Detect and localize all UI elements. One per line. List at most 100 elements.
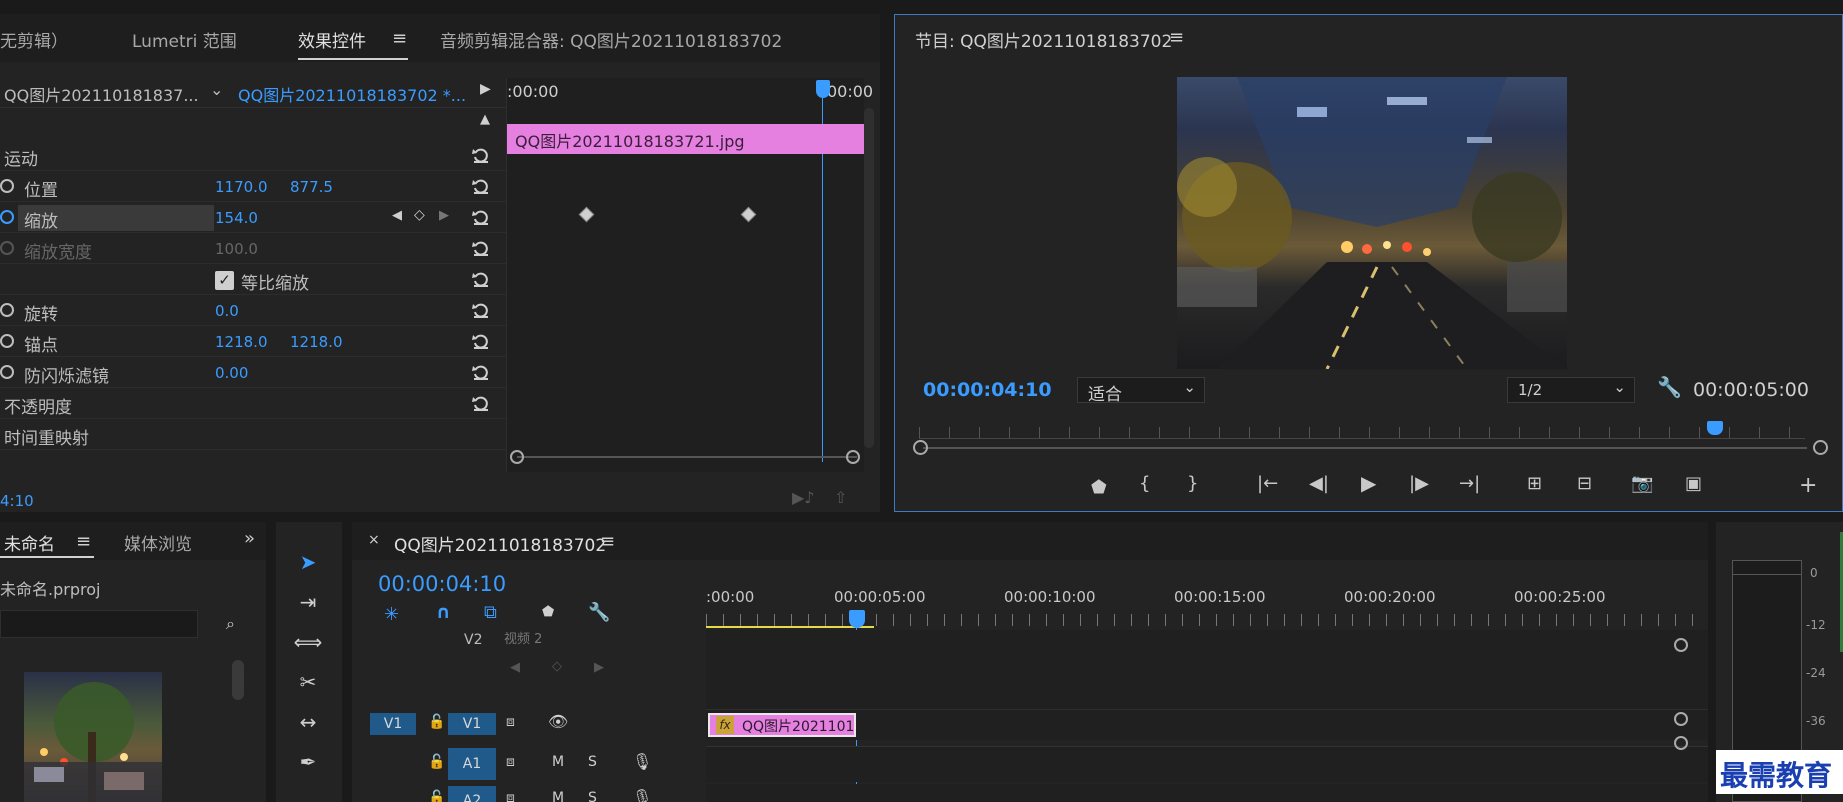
add-marker-icon[interactable]: ⬟ [1091,477,1107,498]
track-v1-content[interactable]: fx QQ图片2021101 [706,710,1708,740]
zoom-handle-right[interactable] [1813,440,1828,455]
reset-icon[interactable] [470,206,492,228]
timeline-playhead-handle[interactable] [849,610,865,628]
lock-icon[interactable]: 🔓 [428,754,445,770]
stopwatch-icon[interactable] [0,334,14,348]
mark-out-icon[interactable]: } [1187,473,1198,494]
reset-icon[interactable] [470,268,492,290]
double-chevron-right-icon[interactable]: » [244,528,255,549]
effect-clip-bar[interactable]: QQ图片20211018183721.jpg [507,124,865,154]
step-back-icon[interactable]: ◀| [1309,473,1329,494]
hamburger-icon[interactable]: ≡ [1169,27,1184,48]
timeline-current-time[interactable]: 00:00:04:10 [378,572,506,596]
sync-lock-icon[interactable]: ⧈ [506,714,515,730]
sync-lock-icon[interactable]: ⧈ [506,754,515,770]
hamburger-icon[interactable]: ≡ [76,531,91,552]
microphone-icon[interactable]: 🎙 [632,788,652,802]
next-keyframe-icon[interactable]: ▶ [439,208,449,223]
program-video-frame[interactable] [1177,77,1567,369]
timeline-ruler[interactable]: :00:00 00:00:05:00 00:00:10:00 00:00:15:… [706,562,1708,630]
time-remap-label[interactable]: 时间重映射 [4,424,89,449]
hamburger-icon[interactable]: ≡ [392,28,407,49]
nest-icon[interactable]: ✳ [384,604,399,625]
find-icon[interactable]: ⌕ [226,614,235,634]
position-y-value[interactable]: 877.5 [290,178,333,196]
project-scrollbar[interactable] [232,660,244,700]
add-button-icon[interactable]: + [1799,473,1817,498]
close-icon[interactable]: × [368,532,380,548]
lift-icon[interactable]: ⊞ [1527,473,1542,494]
add-keyframe-icon[interactable]: ◇ [414,207,425,223]
tab-lumetri-scopes[interactable]: Lumetri 范围 [132,27,237,52]
reset-icon[interactable] [470,299,492,321]
a2-solo-button[interactable]: S [588,790,597,802]
selection-tool-icon[interactable]: ➤ [288,544,328,580]
fit-select[interactable]: 适合 ⌄ [1077,377,1205,405]
project-item-thumbnail[interactable] [24,672,162,802]
source-clip-name[interactable]: QQ图片202110181837... [4,82,199,106]
go-to-out-icon[interactable]: →| [1459,473,1480,494]
stopwatch-icon[interactable] [0,303,14,317]
tab-media-browser[interactable]: 媒体浏览 [124,530,192,555]
stopwatch-icon[interactable] [0,179,14,193]
prev-keyframe-icon[interactable]: ◀ [510,660,520,675]
reset-icon[interactable] [470,175,492,197]
a2-mute-button[interactable]: M [552,790,564,802]
zoom-handle-left[interactable] [510,450,524,464]
tab-effect-controls[interactable]: 效果控件 [298,27,366,52]
program-current-time[interactable]: 00:00:04:10 [923,379,1052,401]
lock-icon[interactable]: 🔓 [428,714,445,730]
reset-icon[interactable] [470,392,492,414]
stopwatch-icon[interactable] [0,365,14,379]
camera-icon[interactable]: 📷 [1631,473,1653,494]
pen-tool-icon[interactable]: ✒ [288,744,328,780]
collapse-up-icon[interactable]: ▲ [480,112,490,127]
effect-playhead-handle[interactable] [816,80,830,98]
reset-icon[interactable] [470,330,492,352]
add-marker-icon[interactable]: ⬟ [542,604,554,620]
position-x-value[interactable]: 1170.0 [215,178,268,196]
play-icon[interactable]: ▶ [1361,471,1376,495]
effect-timecode[interactable]: 4:10 [0,492,34,510]
keyframe-marker[interactable] [578,206,595,223]
track-select-tool-icon[interactable]: ⇥ [288,584,328,620]
uniform-scale-checkbox[interactable]: ✓ [215,271,234,290]
slip-tool-icon[interactable]: ↔ [288,704,328,740]
lock-icon[interactable]: 🔓 [428,790,445,802]
add-keyframe-icon[interactable]: ◇ [552,659,562,674]
tab-project-untitled[interactable]: 未命名 [4,530,55,555]
work-area-bar[interactable] [706,626,874,628]
extract-icon[interactable]: ⊟ [1577,473,1592,494]
anchor-y-value[interactable]: 1218.0 [290,333,343,351]
timeline-clip[interactable]: fx QQ图片2021101 [708,713,856,737]
comparison-view-icon[interactable]: ▣ [1685,473,1702,494]
go-to-in-icon[interactable]: |← [1257,473,1278,494]
reset-icon[interactable] [470,361,492,383]
audio-only-icon[interactable]: ▶♪ [792,488,815,507]
scroll-handle[interactable] [1674,712,1688,726]
a1-mute-button[interactable]: M [552,754,564,770]
sync-lock-icon[interactable]: ⧈ [506,790,515,802]
effect-scrollbar[interactable] [864,108,874,448]
v1-target-label[interactable]: V1 [448,713,496,735]
chevron-down-icon[interactable]: ⌄ [210,80,223,99]
resolution-select[interactable]: 1/2 ⌄ [1507,377,1635,403]
sequence-clip-name[interactable]: QQ图片20211018183702 *... [238,82,466,106]
effect-zoom-bar[interactable] [517,456,857,458]
project-search-input[interactable] [0,610,198,638]
wrench-icon[interactable]: 🔧 [1657,375,1682,399]
program-zoom-bar[interactable] [923,447,1807,449]
opacity-label[interactable]: 不透明度 [4,393,72,418]
ripple-edit-tool-icon[interactable]: ⟺ [288,624,328,660]
reset-icon[interactable] [470,237,492,259]
tab-sequence[interactable]: QQ图片20211018183702 [394,531,606,556]
step-forward-icon[interactable]: |▶ [1409,473,1429,494]
fx-badge[interactable]: fx [716,716,734,734]
export-icon[interactable]: ⇧ [834,488,847,507]
zoom-handle-left[interactable] [913,440,928,455]
a1-solo-button[interactable]: S [588,754,597,770]
rotation-value[interactable]: 0.0 [215,302,239,320]
track-v2-content[interactable] [706,630,1708,710]
hamburger-icon[interactable]: ≡ [600,531,615,552]
mark-in-icon[interactable]: { [1139,473,1150,494]
